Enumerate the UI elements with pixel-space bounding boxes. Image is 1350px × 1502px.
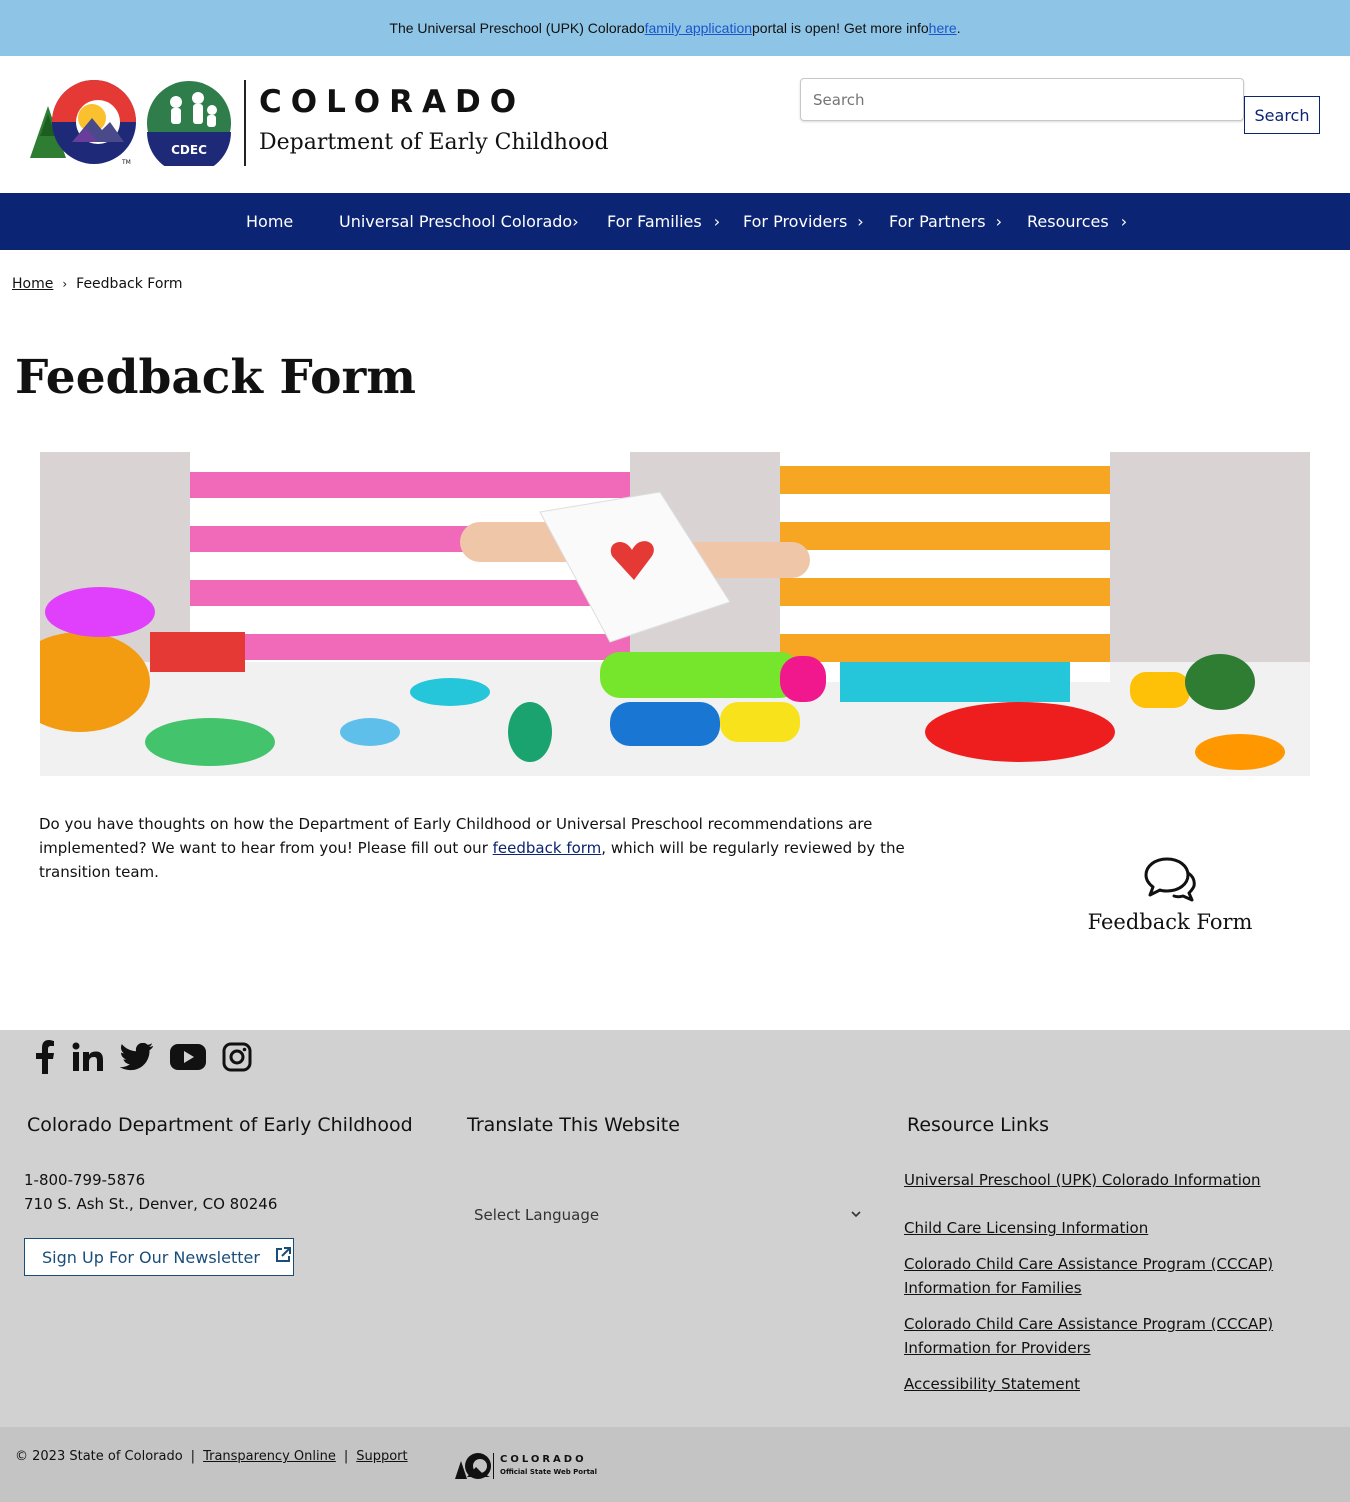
footer-contact: 1-800-799-5876 710 S. Ash St., Denver, C… bbox=[24, 1168, 277, 1216]
breadcrumb-current: Feedback Form bbox=[76, 276, 183, 292]
language-select[interactable]: Select Language bbox=[462, 1196, 874, 1234]
logo-divider bbox=[244, 80, 246, 166]
language-select-value: Select Language bbox=[474, 1206, 600, 1224]
feedback-form-card[interactable]: Feedback Form bbox=[1070, 856, 1270, 946]
social-links bbox=[34, 1040, 252, 1078]
feedback-card-label: Feedback Form bbox=[1087, 910, 1253, 934]
bottom-links: © 2023 State of Colorado | Transparency … bbox=[15, 1449, 408, 1464]
nav-item-label: For Providers bbox=[743, 212, 848, 231]
family-application-link[interactable]: family application bbox=[645, 20, 752, 36]
nav-item-label: Universal Preschool Colorado bbox=[339, 212, 573, 231]
breadcrumb: Home › Feedback Form bbox=[12, 276, 183, 292]
footer-org-title: Colorado Department of Early Childhood bbox=[27, 1114, 413, 1136]
chevron-right-icon: › bbox=[713, 212, 721, 231]
transparency-online-link[interactable]: Transparency Online bbox=[203, 1449, 336, 1464]
search-input[interactable] bbox=[800, 78, 1244, 121]
site-logo[interactable]: TM CDEC COLORADO Department of Early Chi… bbox=[28, 78, 628, 168]
facebook-icon[interactable] bbox=[34, 1040, 56, 1078]
bottom-bar: © 2023 State of Colorado | Transparency … bbox=[0, 1427, 1350, 1502]
announcement-text-before: The Universal Preschool (UPK) Colorado bbox=[389, 20, 645, 36]
pipe-separator: | bbox=[343, 1449, 349, 1464]
more-info-link[interactable]: here bbox=[929, 20, 957, 36]
colorado-state-logo-icon: TM bbox=[30, 80, 136, 166]
nav-item-label: For Partners bbox=[889, 212, 986, 231]
chevron-right-icon: › bbox=[1120, 212, 1128, 231]
pipe-separator: | bbox=[190, 1449, 196, 1464]
nav-item-universal-preschool[interactable]: Universal Preschool Colorado › bbox=[339, 193, 579, 250]
resource-link-cccap-providers[interactable]: Colorado Child Care Assistance Program (… bbox=[904, 1312, 1274, 1360]
children-playing-image bbox=[40, 452, 1310, 776]
portal-subtitle: Official State Web Portal bbox=[500, 1468, 598, 1476]
logo-title: COLORADO bbox=[259, 84, 526, 120]
announcement-text-middle: portal is open! Get more info bbox=[752, 20, 929, 36]
external-link-icon bbox=[274, 1246, 292, 1268]
newsletter-signup-button[interactable]: Sign Up For Our Newsletter bbox=[24, 1238, 294, 1276]
footer-phone: 1-800-799-5876 bbox=[24, 1171, 146, 1189]
footer-resources-title: Resource Links bbox=[907, 1114, 1049, 1136]
linkedin-icon[interactable] bbox=[72, 1042, 104, 1076]
nav-item-label: For Families bbox=[607, 212, 702, 231]
youtube-icon[interactable] bbox=[170, 1044, 206, 1074]
svg-text:CDEC: CDEC bbox=[171, 143, 207, 157]
cdec-badge-icon: CDEC bbox=[147, 81, 231, 166]
twitter-icon[interactable] bbox=[119, 1042, 154, 1075]
announcement-bar: The Universal Preschool (UPK) Colorado f… bbox=[0, 0, 1350, 56]
svg-text:TM: TM bbox=[121, 159, 131, 166]
logo-subtitle: Department of Early Childhood bbox=[259, 130, 609, 155]
copyright-text: © 2023 State of Colorado bbox=[15, 1449, 183, 1464]
nav-item-label: Home bbox=[246, 212, 294, 231]
colorado-portal-logo[interactable]: COLORADO Official State Web Portal bbox=[454, 1451, 598, 1481]
comments-icon bbox=[1144, 857, 1196, 902]
site-footer: Colorado Department of Early Childhood T… bbox=[0, 1030, 1350, 1427]
search-button[interactable]: Search bbox=[1244, 96, 1320, 134]
breadcrumb-separator-icon: › bbox=[62, 277, 68, 291]
footer-address: 710 S. Ash St., Denver, CO 80246 bbox=[24, 1195, 278, 1213]
nav-item-home[interactable]: Home bbox=[246, 193, 293, 250]
nav-item-label: Resources bbox=[1027, 212, 1109, 231]
newsletter-label: Sign Up For Our Newsletter bbox=[42, 1247, 260, 1267]
breadcrumb-home-link[interactable]: Home bbox=[12, 276, 53, 292]
colorado-portal-logo-icon bbox=[455, 1453, 494, 1479]
page-title: Feedback Form bbox=[15, 350, 416, 405]
chevron-right-icon: › bbox=[857, 212, 864, 231]
hero-image bbox=[40, 452, 1310, 776]
nav-item-resources[interactable]: Resources › bbox=[1027, 193, 1127, 250]
nav-item-for-families[interactable]: For Families › bbox=[607, 193, 720, 250]
support-link[interactable]: Support bbox=[356, 1449, 407, 1464]
chevron-right-icon: › bbox=[572, 212, 579, 231]
portal-name: COLORADO bbox=[500, 1454, 587, 1465]
resource-link-cccap-families[interactable]: Colorado Child Care Assistance Program (… bbox=[904, 1252, 1274, 1300]
announcement-text-after: . bbox=[956, 20, 961, 36]
resource-link-licensing[interactable]: Child Care Licensing Information bbox=[904, 1216, 1148, 1240]
chevron-right-icon: › bbox=[995, 212, 1002, 231]
resource-link-accessibility[interactable]: Accessibility Statement bbox=[904, 1372, 1080, 1396]
instagram-icon[interactable] bbox=[222, 1042, 252, 1076]
site-header: TM CDEC COLORADO Department of Early Chi… bbox=[0, 56, 1350, 193]
nav-item-for-providers[interactable]: For Providers › bbox=[743, 193, 864, 250]
intro-paragraph: Do you have thoughts on how the Departme… bbox=[39, 812, 979, 884]
footer-translate-title: Translate This Website bbox=[467, 1114, 680, 1136]
chevron-down-icon bbox=[850, 1206, 862, 1224]
nav-item-for-partners[interactable]: For Partners › bbox=[889, 193, 1002, 250]
resource-link-upk[interactable]: Universal Preschool (UPK) Colorado Infor… bbox=[904, 1168, 1261, 1192]
feedback-form-link[interactable]: feedback form bbox=[493, 839, 602, 857]
main-navigation: Home Universal Preschool Colorado › For … bbox=[0, 193, 1350, 250]
